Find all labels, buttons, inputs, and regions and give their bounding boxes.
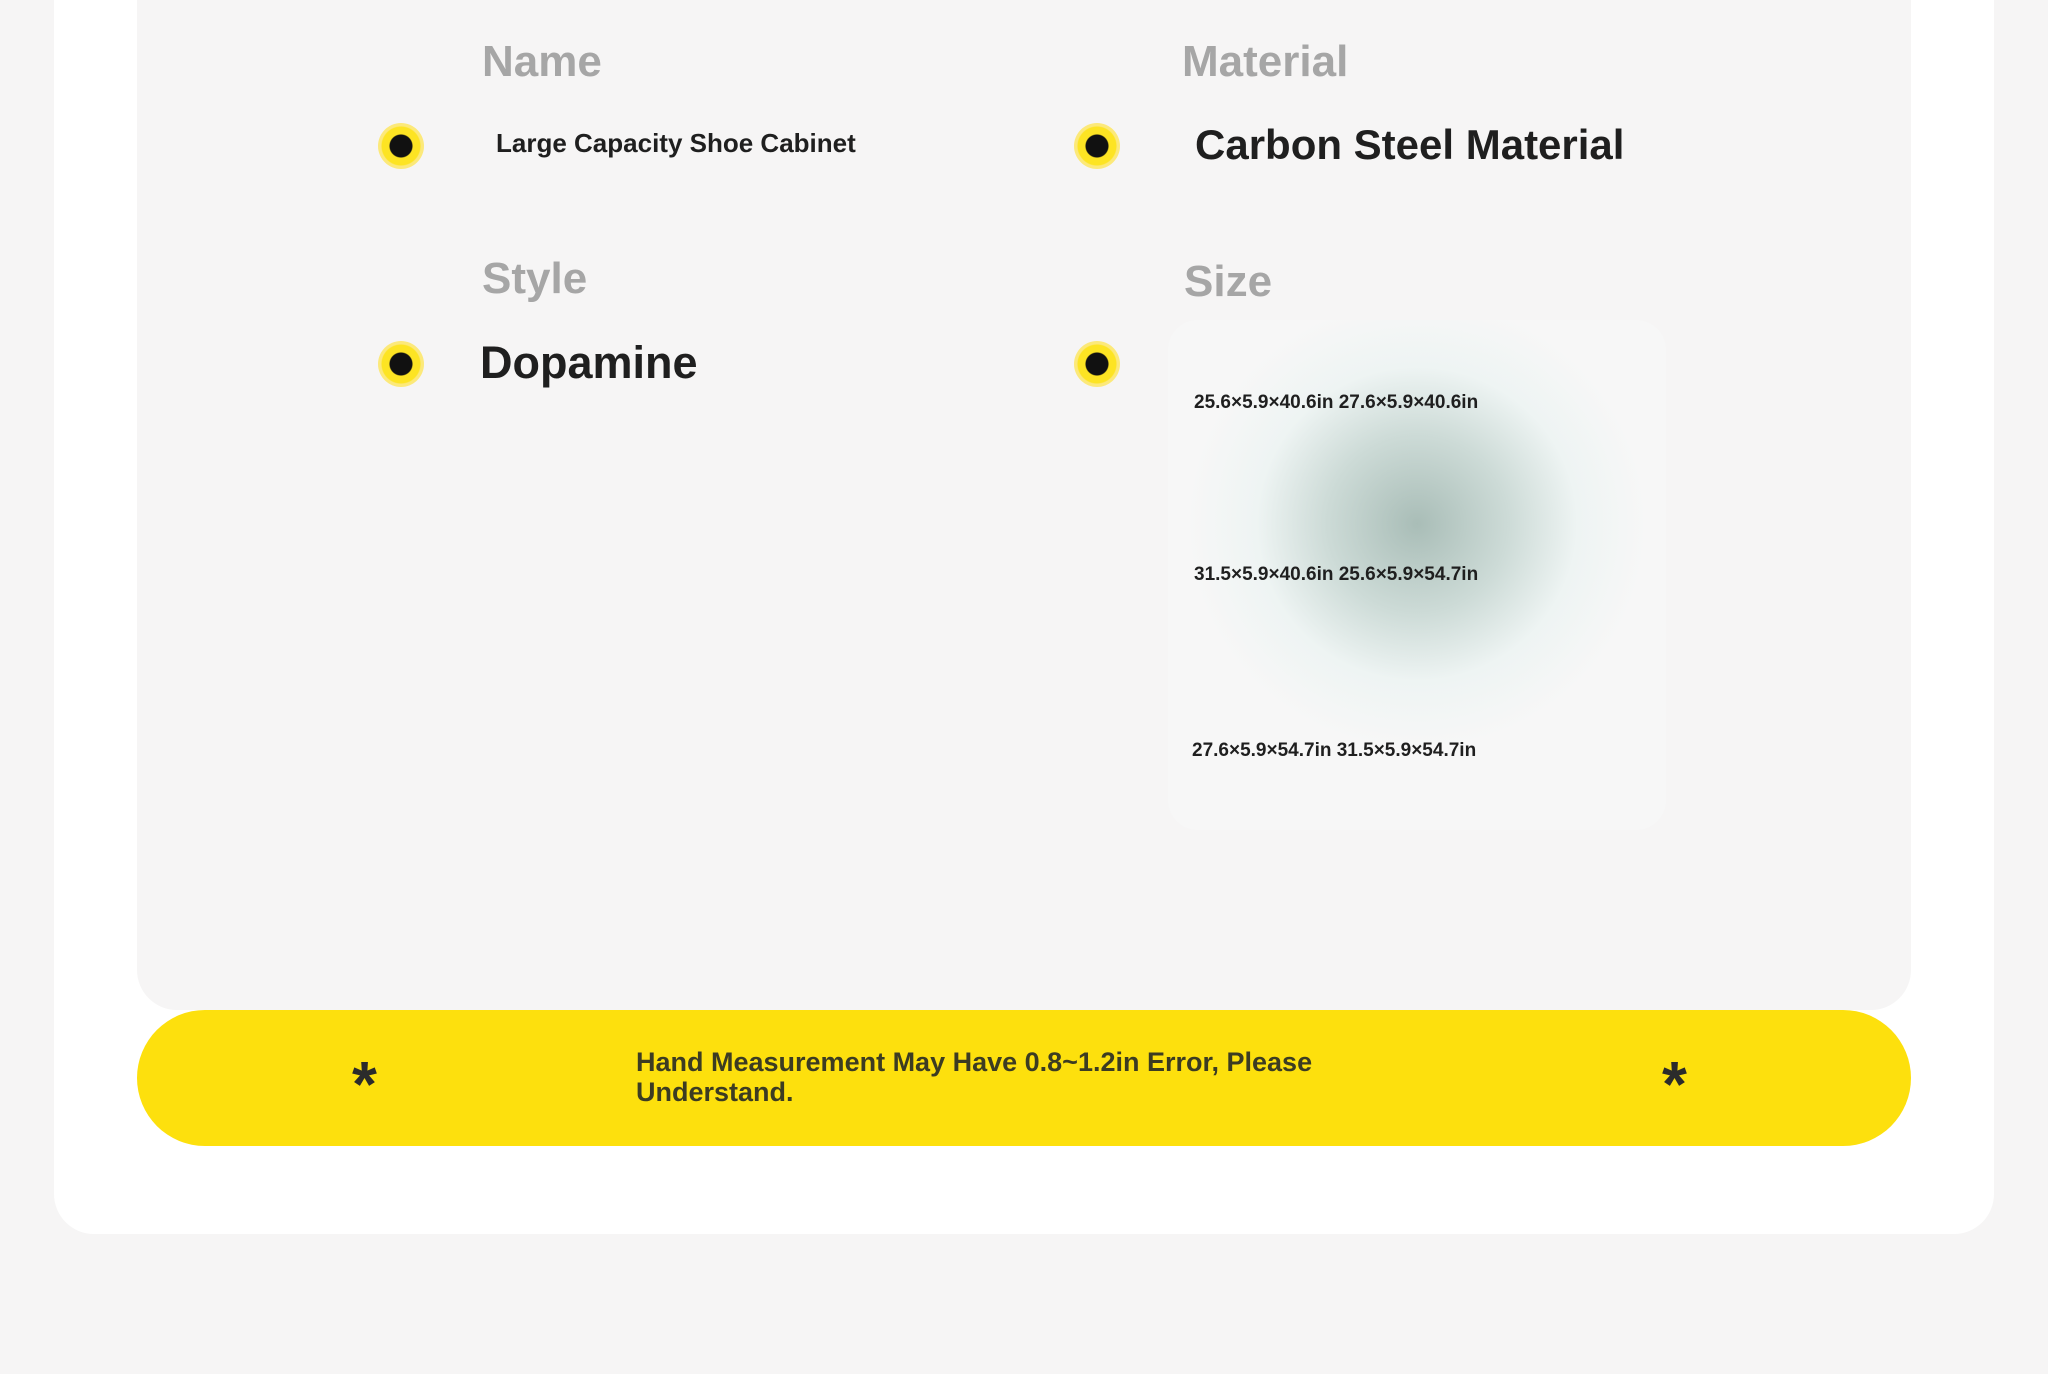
size-label: Size xyxy=(1184,257,1273,306)
size-row: 25.6×5.9×40.6in 27.6×5.9×40.6in xyxy=(1194,392,1479,413)
bullet-dot-icon xyxy=(1074,123,1120,169)
bullet-dot-icon xyxy=(378,123,424,169)
style-label: Style xyxy=(482,254,588,303)
material-value: Carbon Steel Material xyxy=(1195,121,1625,168)
bullet-dot-icon xyxy=(1074,341,1120,387)
size-row: 31.5×5.9×40.6in 25.6×5.9×54.7in xyxy=(1194,564,1479,585)
name-label: Name xyxy=(482,37,602,86)
asterisk-icon: * xyxy=(352,1048,377,1120)
name-value: Large Capacity Shoe Cabinet xyxy=(496,128,856,158)
style-value: Dopamine xyxy=(480,337,698,388)
asterisk-icon: * xyxy=(1662,1048,1687,1120)
measurement-notice-text: Hand Measurement May Have 0.8~1.2in Erro… xyxy=(636,1047,1313,1107)
size-row: 27.6×5.9×54.7in 31.5×5.9×54.7in xyxy=(1192,740,1477,761)
bullet-dot-icon xyxy=(378,341,424,387)
material-label: Material xyxy=(1182,37,1349,86)
